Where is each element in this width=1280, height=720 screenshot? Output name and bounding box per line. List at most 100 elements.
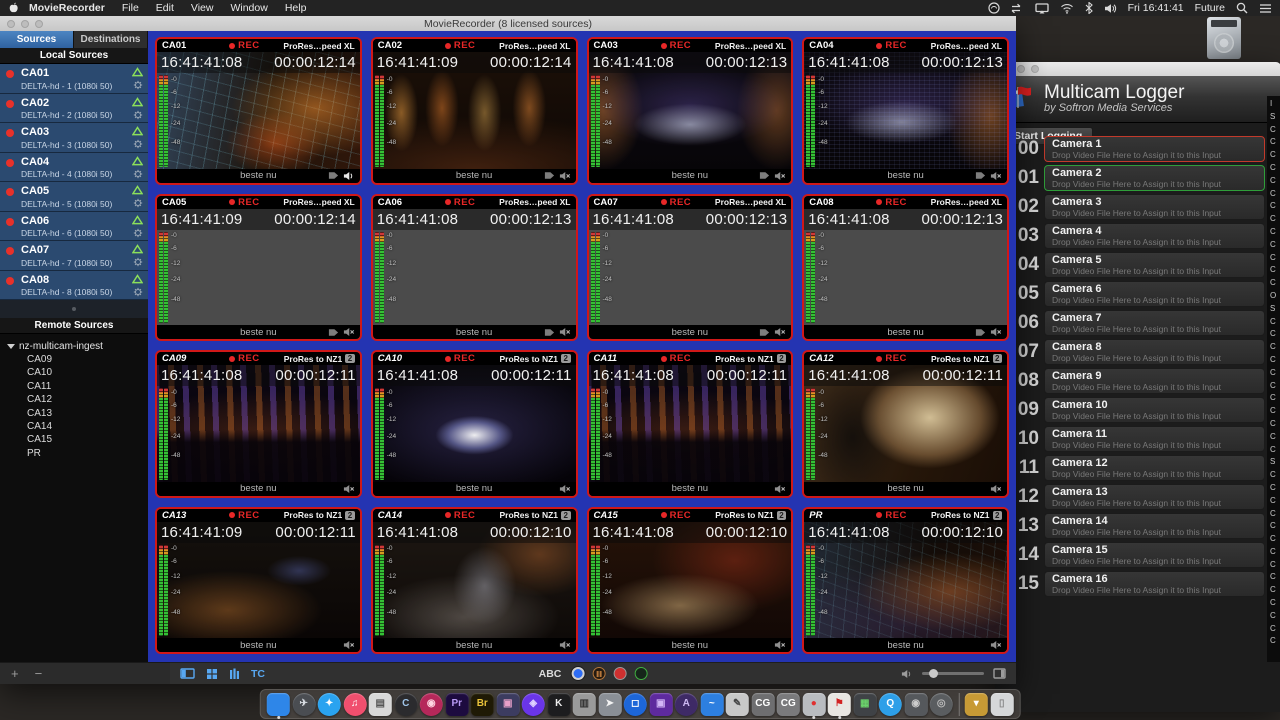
gear-icon[interactable]: [133, 169, 143, 179]
dock-icon-resolve[interactable]: ◉: [420, 693, 443, 716]
video-tile[interactable]: CA04 REC ProRes…peed XL 16:41:41:08 00:0…: [802, 37, 1009, 185]
add-source-button[interactable]: +: [11, 667, 19, 680]
video-tile[interactable]: CA07 REC ProRes…peed XL 16:41:41:08 00:0…: [587, 194, 794, 342]
pause-button[interactable]: [592, 667, 605, 680]
dock-icon-launchpad[interactable]: ✈: [292, 693, 315, 716]
video-tile[interactable]: CA13 REC ProRes to NZ12 16:41:41:09 00:0…: [155, 507, 362, 655]
workflow-icon[interactable]: [1011, 3, 1024, 14]
tag-icon[interactable]: [328, 328, 339, 337]
video-tile[interactable]: CA08 REC ProRes…peed XL 16:41:41:08 00:0…: [802, 194, 1009, 342]
gear-icon[interactable]: [133, 139, 143, 149]
tag-icon[interactable]: [975, 328, 986, 337]
dock-icon-cg-1[interactable]: CG: [751, 693, 774, 716]
speaker-icon[interactable]: [774, 327, 786, 337]
remote-source-item[interactable]: PR: [0, 447, 148, 460]
dock-icon-teamviewer[interactable]: ~: [700, 693, 723, 716]
dock-icon-lock-app[interactable]: ◻: [624, 693, 647, 716]
camera-drop-zone[interactable]: Camera 5 Drop Video File Here to Assign …: [1044, 252, 1265, 278]
source-list-item[interactable]: CA03 DELTA-hd - 3 (1080i 50): [0, 123, 148, 153]
video-tile[interactable]: CA15 REC ProRes to NZ12 16:41:41:08 00:0…: [587, 507, 794, 655]
zoom-button[interactable]: [35, 20, 43, 28]
tag-icon[interactable]: [544, 328, 555, 337]
remove-source-button[interactable]: −: [35, 667, 43, 680]
dock-icon-safari[interactable]: ✦: [318, 693, 341, 716]
abc-label[interactable]: ABC: [539, 668, 562, 680]
speaker-icon[interactable]: [559, 171, 571, 181]
window-titlebar[interactable]: MovieRecorder (8 licensed sources): [0, 16, 1016, 32]
airplay-display-icon[interactable]: [1035, 3, 1049, 14]
dock-icon-editor-gray[interactable]: ✎: [726, 693, 749, 716]
video-tile[interactable]: CA14 REC ProRes to NZ12 16:41:41:08 00:0…: [371, 507, 578, 655]
notification-center-icon[interactable]: [1259, 3, 1272, 14]
remote-source-item[interactable]: CA11: [0, 380, 148, 393]
camera-drop-zone[interactable]: Camera 6 Drop Video File Here to Assign …: [1044, 281, 1265, 307]
dock-icon-cinema4d[interactable]: C: [394, 693, 417, 716]
wifi-icon[interactable]: [1060, 3, 1074, 14]
dock-icon-movierecorder[interactable]: ●: [802, 693, 825, 716]
dock-icon-film-app[interactable]: ▥: [573, 693, 596, 716]
menu-extra-item[interactable]: Future: [1195, 2, 1225, 14]
source-list-item[interactable]: CA04 DELTA-hd - 4 (1080i 50): [0, 153, 148, 183]
remote-source-item[interactable]: CA14: [0, 420, 148, 433]
minimize-button[interactable]: [1017, 65, 1025, 73]
minimize-button[interactable]: [21, 20, 29, 28]
spotlight-search-icon[interactable]: [1236, 2, 1248, 14]
grid-view-icon[interactable]: [206, 668, 218, 680]
source-list-item[interactable]: CA08 DELTA-hd - 8 (1080i 50): [0, 271, 148, 301]
camera-drop-zone[interactable]: Camera 9 Drop Video File Here to Assign …: [1044, 368, 1265, 394]
remote-source-item[interactable]: CA12: [0, 393, 148, 406]
creative-cloud-icon[interactable]: [988, 2, 1000, 14]
audio-meters-icon[interactable]: [229, 668, 240, 680]
speaker-icon[interactable]: [559, 640, 571, 650]
video-tile[interactable]: CA01 REC ProRes…peed XL 16:41:41:08 00:0…: [155, 37, 362, 185]
camera-drop-zone[interactable]: Camera 3 Drop Video File Here to Assign …: [1044, 194, 1265, 220]
desktop-drive-icon[interactable]: [1206, 17, 1242, 61]
dock-icon-avid[interactable]: A: [675, 693, 698, 716]
dock-icon-multicam-logger[interactable]: ⚑: [828, 693, 851, 716]
stop-start-button[interactable]: [634, 667, 647, 680]
source-list-item[interactable]: CA02 DELTA-hd - 2 (1080i 50): [0, 94, 148, 124]
tag-icon[interactable]: [328, 171, 339, 180]
dock-icon-final-cut-pro[interactable]: ▣: [496, 693, 519, 716]
gear-icon[interactable]: [133, 257, 143, 267]
remote-source-item[interactable]: CA09: [0, 353, 148, 366]
camera-drop-zone[interactable]: Camera 8 Drop Video File Here to Assign …: [1044, 339, 1265, 365]
source-list-item[interactable]: CA05 DELTA-hd - 5 (1080i 50): [0, 182, 148, 212]
timecode-toggle[interactable]: TC: [251, 668, 265, 680]
dock-icon-totalmix[interactable]: ◉: [904, 693, 927, 716]
video-tile[interactable]: CA02 REC ProRes…peed XL 16:41:41:09 00:0…: [371, 37, 578, 185]
logger-titlebar[interactable]: [995, 62, 1280, 76]
speaker-icon[interactable]: [990, 327, 1002, 337]
speaker-icon[interactable]: [990, 640, 1002, 650]
speaker-icon[interactable]: [559, 484, 571, 494]
speaker-icon[interactable]: [343, 327, 355, 337]
video-tile[interactable]: CA06 REC ProRes…peed XL 16:41:41:08 00:0…: [371, 194, 578, 342]
camera-drop-zone[interactable]: Camera 11 Drop Video File Here to Assign…: [1044, 426, 1265, 452]
camera-drop-zone[interactable]: Camera 4 Drop Video File Here to Assign …: [1044, 223, 1265, 249]
source-list-item[interactable]: CA07 DELTA-hd - 7 (1080i 50): [0, 241, 148, 271]
tag-icon[interactable]: [544, 171, 555, 180]
volume-slider[interactable]: [922, 672, 984, 675]
toggle-sidebar-icon[interactable]: [180, 668, 195, 679]
dock-icon-premiere-pro[interactable]: Pr: [445, 693, 468, 716]
camera-drop-zone[interactable]: Camera 10 Drop Video File Here to Assign…: [1044, 397, 1265, 423]
menu-item[interactable]: View: [191, 2, 214, 14]
remote-source-item[interactable]: CA15: [0, 433, 148, 446]
menu-item[interactable]: Window: [230, 2, 267, 14]
speaker-icon[interactable]: [343, 640, 355, 650]
dock-icon-utility-gray[interactable]: ▤: [369, 693, 392, 716]
video-tile[interactable]: CA03 REC ProRes…peed XL 16:41:41:08 00:0…: [587, 37, 794, 185]
tag-icon[interactable]: [759, 328, 770, 337]
apple-menu[interactable]: [8, 2, 19, 15]
remote-source-item[interactable]: CA10: [0, 366, 148, 379]
zoom-button[interactable]: [1031, 65, 1039, 73]
volume-icon[interactable]: [1104, 3, 1117, 14]
bluetooth-icon[interactable]: [1085, 2, 1093, 14]
menu-item[interactable]: Help: [285, 2, 307, 14]
remote-group-row[interactable]: nz-multicam-ingest: [0, 339, 148, 353]
camera-drop-zone[interactable]: Camera 15 Drop Video File Here to Assign…: [1044, 542, 1265, 568]
speaker-icon[interactable]: [559, 327, 571, 337]
speaker-icon[interactable]: [343, 484, 355, 494]
video-tile[interactable]: CA10 REC ProRes to NZ12 16:41:41:08 00:0…: [371, 350, 578, 498]
video-tile[interactable]: CA12 REC ProRes to NZ12 16:41:41:08 00:0…: [802, 350, 1009, 498]
